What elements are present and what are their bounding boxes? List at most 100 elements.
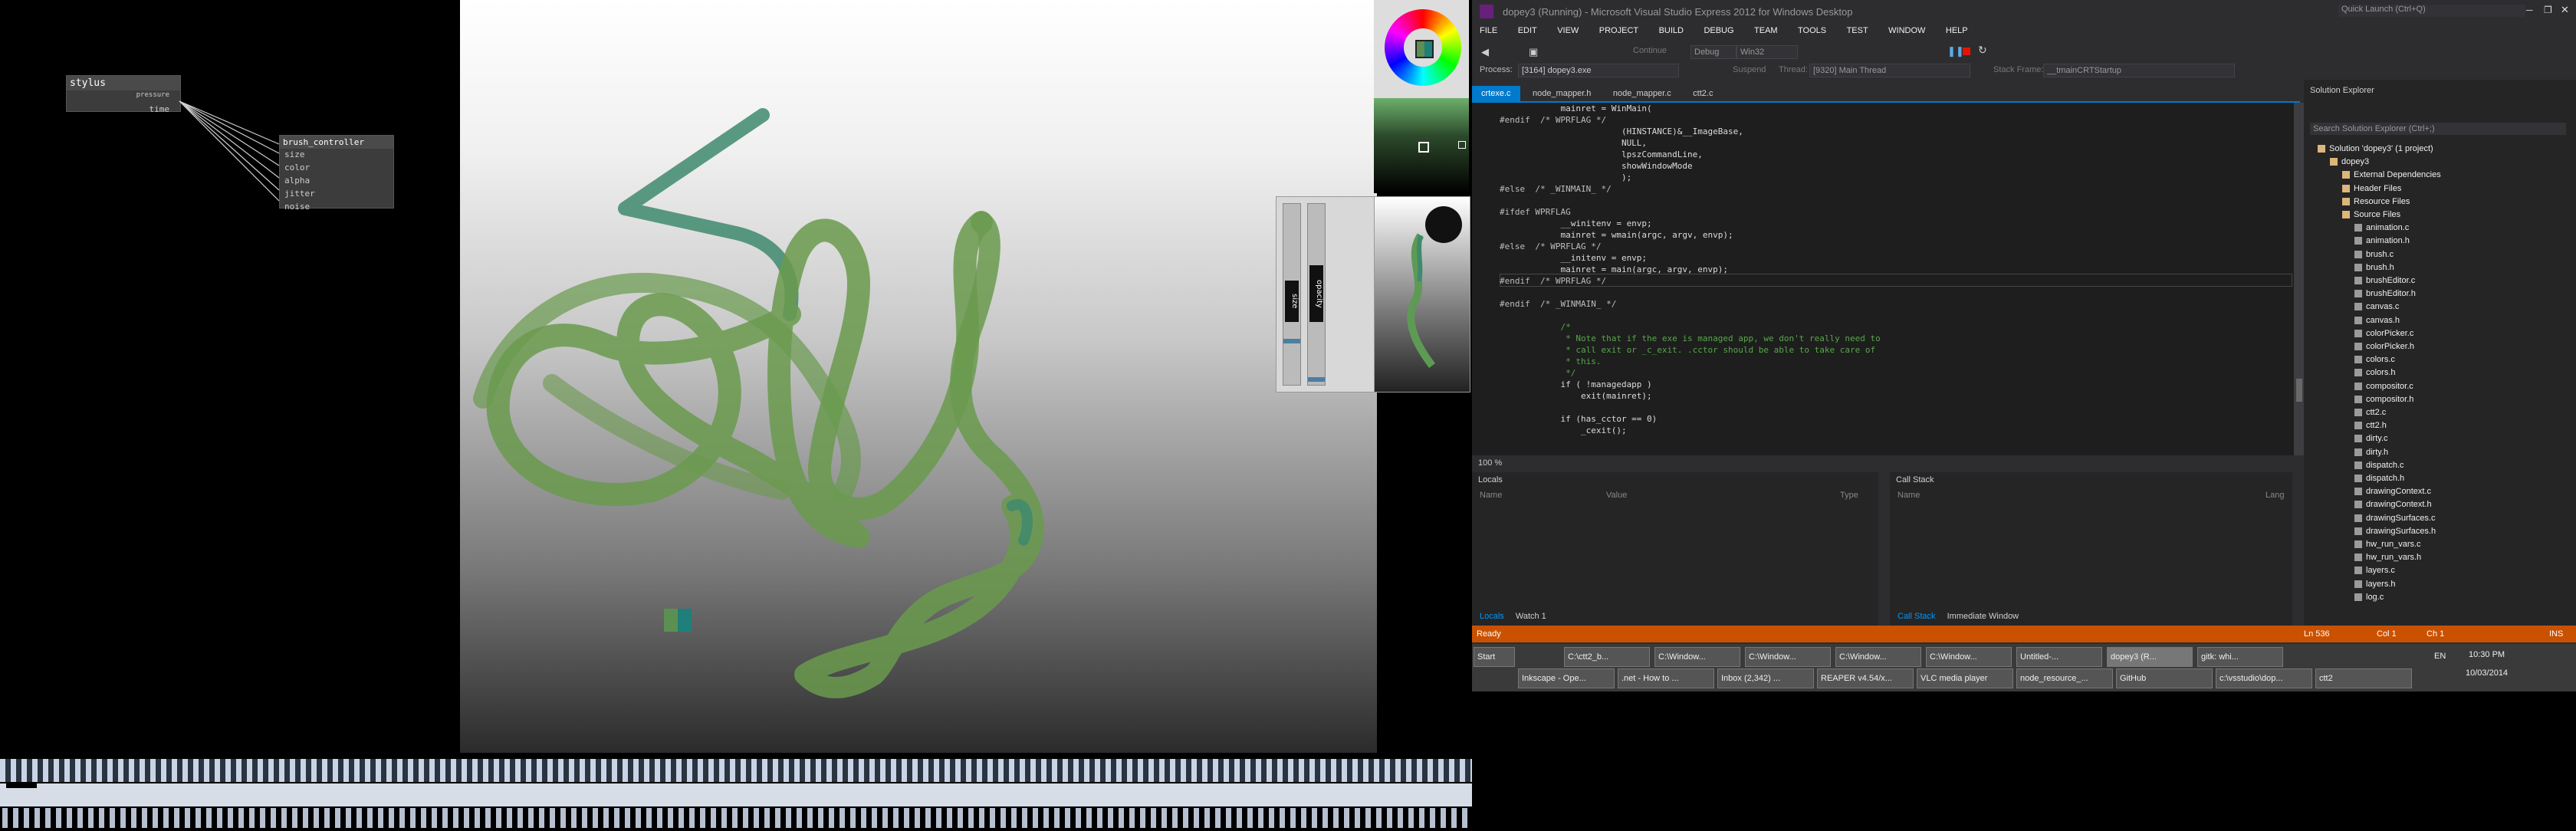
- menu-team[interactable]: TEAM: [1754, 26, 1778, 35]
- code-line[interactable]: #endif /* WPRFLAG */: [1500, 114, 1606, 126]
- code-line[interactable]: mainret = main(argc, argv, envp);: [1500, 264, 1728, 275]
- sv-handle[interactable]: [1458, 141, 1466, 149]
- platform-dropdown[interactable]: Win32: [1737, 45, 1798, 59]
- solution-item[interactable]: drawingContext.c: [2354, 485, 2431, 498]
- stop-icon[interactable]: [1963, 48, 1970, 55]
- saturation-value-picker[interactable]: [1374, 98, 1469, 193]
- menu-window[interactable]: WINDOW: [1888, 26, 1925, 35]
- code-editor[interactable]: mainret = WinMain(#endif /* WPRFLAG */ (…: [1472, 103, 2294, 455]
- callstack-col-name[interactable]: Name: [1898, 491, 1920, 500]
- size-slider[interactable]: size: [1283, 203, 1301, 386]
- code-line[interactable]: );: [1500, 172, 1631, 183]
- taskbar-item[interactable]: dopey3 (R...: [2107, 647, 2193, 667]
- thread-dropdown[interactable]: [9320] Main Thread: [1809, 64, 1970, 77]
- tab-crtexe[interactable]: crtexe.c: [1472, 86, 1520, 101]
- editor-scroll-thumb[interactable]: [2296, 379, 2302, 402]
- solution-item[interactable]: colors.h: [2354, 366, 2396, 379]
- code-line[interactable]: /*: [1500, 321, 1570, 333]
- taskbar-item[interactable]: Inkscape - Ope...: [1518, 668, 1615, 688]
- taskbar-item[interactable]: C:\Window...: [1745, 647, 1831, 667]
- taskbar-item[interactable]: VLC media player: [1917, 668, 2013, 688]
- code-line[interactable]: #else /* WPRFLAG */: [1500, 241, 1601, 252]
- solution-item[interactable]: Resource Files: [2342, 195, 2410, 209]
- tab-node-mapper-c[interactable]: node_mapper.c: [1604, 86, 1681, 101]
- code-line[interactable]: #endif /* WPRFLAG */: [1500, 275, 1606, 287]
- save-icon[interactable]: ▣: [1529, 46, 1538, 58]
- code-line[interactable]: #else /* _WINMAIN_ */: [1500, 183, 1612, 195]
- size-slider-thumb[interactable]: [1283, 339, 1300, 343]
- tab-immediate[interactable]: Immediate Window: [1943, 610, 2024, 622]
- solution-item[interactable]: hw_run_vars.h: [2354, 551, 2421, 564]
- code-line[interactable]: __initenv = envp;: [1500, 252, 1647, 264]
- solution-item[interactable]: Header Files: [2342, 182, 2401, 195]
- solution-item[interactable]: canvas.c: [2354, 301, 2399, 314]
- solution-item[interactable]: dispatch.h: [2354, 472, 2404, 485]
- solution-item[interactable]: External Dependencies: [2342, 169, 2441, 182]
- solution-item[interactable]: brushEditor.h: [2354, 287, 2416, 301]
- restart-icon[interactable]: ↻: [1978, 44, 1987, 57]
- maximize-icon[interactable]: ❐: [2544, 5, 2552, 15]
- clock-time[interactable]: 10:30 PM: [2469, 650, 2505, 659]
- code-line[interactable]: mainret = WinMain(: [1500, 103, 1651, 114]
- quick-launch-input[interactable]: Quick Launch (Ctrl+Q): [2338, 5, 2525, 17]
- taskbar-item[interactable]: .net - How to ...: [1618, 668, 1714, 688]
- callstack-col-lang[interactable]: Lang: [2266, 491, 2284, 500]
- solution-item[interactable]: colorPicker.h: [2354, 340, 2414, 353]
- code-line[interactable]: showWindowMode: [1500, 160, 1693, 172]
- menu-tools[interactable]: TOOLS: [1798, 26, 1826, 35]
- solution-item[interactable]: canvas.h: [2354, 314, 2400, 327]
- code-line[interactable]: #ifdef WPRFLAG: [1500, 206, 1571, 218]
- solution-item[interactable]: layers.h: [2354, 578, 2396, 591]
- solution-item[interactable]: brushEditor.c: [2354, 274, 2415, 287]
- menu-help[interactable]: HELP: [1946, 26, 1968, 35]
- suspend-button[interactable]: Suspend: [1733, 65, 1766, 74]
- code-line[interactable]: mainret = wmain(argc, argv, envp);: [1500, 229, 1733, 241]
- tab-locals[interactable]: Locals: [1475, 610, 1509, 622]
- clock-date[interactable]: 10/03/2014: [2466, 668, 2508, 678]
- solution-item[interactable]: Source Files: [2342, 209, 2400, 222]
- code-line[interactable]: if ( !managedapp ): [1500, 379, 1651, 390]
- taskbar-item[interactable]: node_resource_...: [2016, 668, 2113, 688]
- solution-item[interactable]: drawingSurfaces.h: [2354, 525, 2436, 538]
- locals-col-type[interactable]: Type: [1840, 491, 1858, 500]
- solution-item[interactable]: Solution 'dopey3' (1 project): [2318, 143, 2433, 156]
- solution-item[interactable]: brush.h: [2354, 261, 2394, 274]
- solution-item[interactable]: colorPicker.c: [2354, 327, 2413, 340]
- taskbar-item[interactable]: GitHub: [2116, 668, 2213, 688]
- taskbar-item[interactable]: REAPER v4.54/x...: [1817, 668, 1914, 688]
- solution-item[interactable]: layers.c: [2354, 564, 2395, 577]
- minimize-icon[interactable]: ─: [2526, 5, 2533, 15]
- solution-item[interactable]: dispatch.c: [2354, 459, 2404, 472]
- taskbar-item[interactable]: gitk: whi...: [2197, 647, 2283, 667]
- navigate-back-icon[interactable]: ◀: [1481, 46, 1489, 58]
- code-line[interactable]: #endif /* _WINMAIN_ */: [1500, 298, 1616, 310]
- drawing-canvas[interactable]: [460, 0, 1377, 753]
- stack-frame-dropdown[interactable]: __tmainCRTStartup: [2043, 64, 2235, 77]
- solution-item[interactable]: log.c: [2354, 591, 2384, 604]
- pause-icon[interactable]: ❚❚: [1947, 45, 1964, 57]
- timeline-strip[interactable]: [0, 753, 1472, 828]
- menu-edit[interactable]: EDIT: [1518, 26, 1537, 35]
- sv-cursor[interactable]: [1418, 142, 1429, 153]
- language-indicator[interactable]: EN: [2434, 652, 2446, 661]
- code-line[interactable]: _cexit();: [1500, 425, 1627, 436]
- menu-view[interactable]: VIEW: [1557, 26, 1579, 35]
- tab-callstack[interactable]: Call Stack: [1893, 610, 1940, 622]
- solution-item[interactable]: dopey3: [2330, 156, 2369, 169]
- solution-item[interactable]: compositor.h: [2354, 393, 2413, 406]
- code-line[interactable]: NULL,: [1500, 137, 1647, 149]
- taskbar-item[interactable]: Inbox (2,342) ...: [1717, 668, 1814, 688]
- opacity-slider-thumb[interactable]: [1308, 377, 1325, 382]
- config-dropdown[interactable]: Debug: [1691, 45, 1737, 59]
- taskbar-item[interactable]: C:\Window...: [1926, 647, 2012, 667]
- taskbar-item[interactable]: C:\ctt2_b...: [1564, 647, 1650, 667]
- process-dropdown[interactable]: [3164] dopey3.exe: [1518, 64, 1679, 77]
- zoom-level[interactable]: 100 %: [1478, 458, 1502, 468]
- solution-item[interactable]: animation.h: [2354, 235, 2410, 248]
- solution-item[interactable]: colors.c: [2354, 353, 2395, 366]
- close-icon[interactable]: ✕: [2561, 4, 2569, 16]
- solution-item[interactable]: dirty.h: [2354, 446, 2388, 459]
- code-line[interactable]: */: [1500, 367, 1576, 379]
- locals-col-name[interactable]: Name: [1480, 491, 1502, 500]
- solution-item[interactable]: drawingSurfaces.c: [2354, 512, 2436, 525]
